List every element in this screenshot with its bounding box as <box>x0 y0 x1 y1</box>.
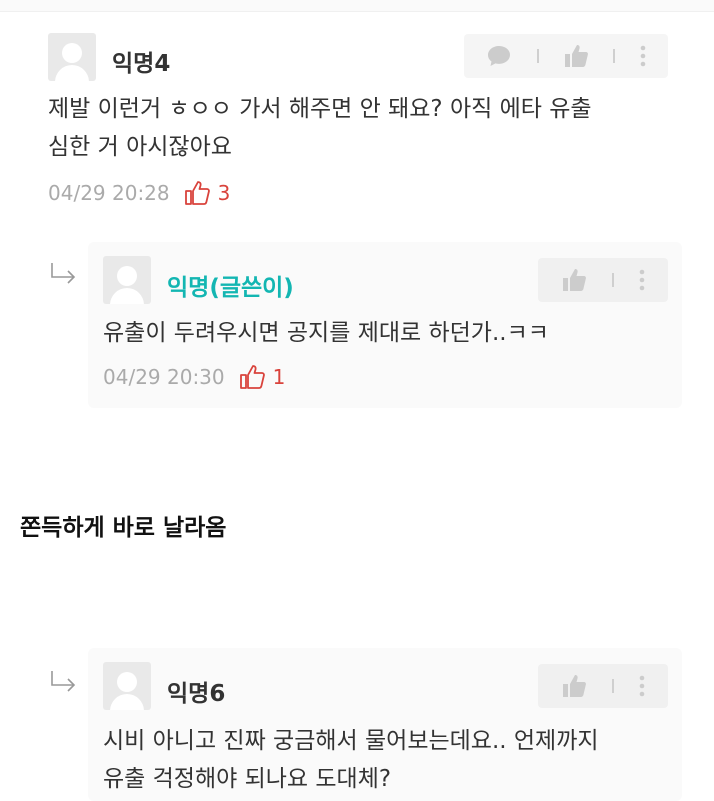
more-icon[interactable] <box>640 45 646 67</box>
comment-body: 유출이 두려우시면 공지를 제대로 하던가..ㅋㅋ <box>103 314 549 352</box>
comment-line: 시비 아니고 진짜 궁금해서 물어보는데요.. 언제까지 <box>103 728 599 754</box>
previous-comment-edge <box>0 0 714 12</box>
comment-timestamp: 04/29 20:30 <box>103 365 225 389</box>
thumbs-up-icon[interactable] <box>561 673 587 699</box>
thumbs-up-icon[interactable] <box>563 43 589 69</box>
comment-body: 시비 아니고 진짜 궁금해서 물어보는데요.. 언제까지 유출 걱정해야 되나요… <box>103 722 599 798</box>
comment-meta: 04/29 20:28 3 <box>48 180 230 206</box>
comment-line: 심한 거 아시잖아요 <box>48 134 232 160</box>
like-count-value: 3 <box>217 181 231 205</box>
divider <box>536 49 539 63</box>
comment-line: 유출 걱정해야 되나요 도대체? <box>103 766 392 792</box>
avatar <box>103 662 151 710</box>
like-icon <box>239 365 265 389</box>
like-count-value: 1 <box>272 365 286 389</box>
reply-comment: 익명6 시비 아니고 진짜 궁금해서 물어보는데요.. 언제까지 유출 걱정해야… <box>88 648 682 801</box>
comment-author: 익명4 <box>112 51 171 77</box>
divider <box>613 49 616 63</box>
comment-body: 제발 이런거 ㅎㅇㅇ 가서 해주면 안 돼요? 아직 에타 유출 심한 거 아시… <box>48 90 592 166</box>
reply-icon[interactable] <box>486 44 512 68</box>
caption-text: 쫀득하게 바로 날라옴 <box>20 515 227 541</box>
thumbs-up-icon[interactable] <box>561 267 587 293</box>
like-count[interactable]: 1 <box>239 364 286 390</box>
comment-actions <box>464 34 668 78</box>
comment-meta: 04/29 20:30 1 <box>103 364 285 390</box>
avatar <box>48 33 96 81</box>
comment-line: 유출이 두려우시면 공지를 제대로 하던가..ㅋㅋ <box>103 320 549 346</box>
more-icon[interactable] <box>639 269 645 291</box>
reply-comment: 익명(글쓴이) 유출이 두려우시면 공지를 제대로 하던가..ㅋㅋ 04/29 … <box>88 242 682 408</box>
like-count[interactable]: 3 <box>184 180 231 206</box>
comment-author-writer: 익명(글쓴이) <box>167 275 294 301</box>
reply-arrow-icon <box>51 671 76 692</box>
divider <box>611 679 614 693</box>
comment-actions <box>538 258 668 302</box>
like-icon <box>184 181 210 205</box>
divider <box>611 273 614 287</box>
avatar <box>103 256 151 304</box>
more-icon[interactable] <box>639 675 645 697</box>
comment-author: 익명6 <box>167 681 226 707</box>
comment-actions <box>538 664 668 708</box>
comment-timestamp: 04/29 20:28 <box>48 181 170 205</box>
reply-arrow-icon <box>51 263 76 284</box>
comment-line: 제발 이런거 ㅎㅇㅇ 가서 해주면 안 돼요? 아직 에타 유출 <box>48 96 592 122</box>
